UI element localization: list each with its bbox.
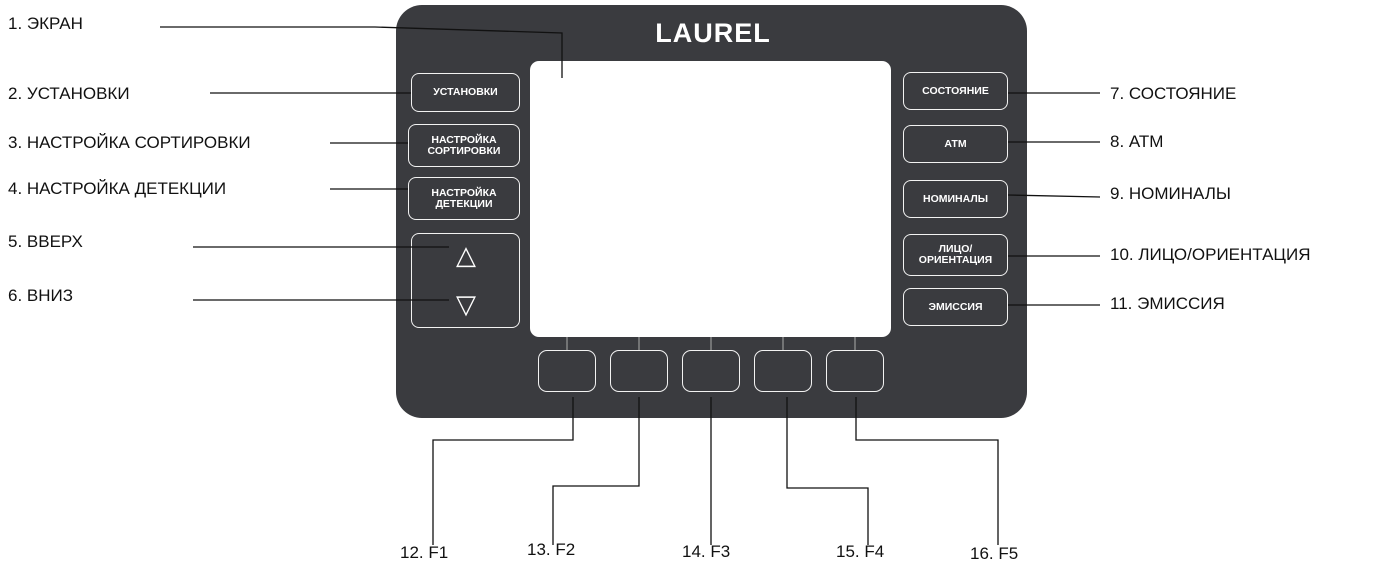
- callout-screen: 1. ЭКРАН: [8, 14, 83, 33]
- callout-f1: 12. F1: [400, 543, 449, 562]
- leader-denominations: [1007, 194, 1101, 198]
- callout-sort-setup: 3. НАСТРОЙКА СОРТИРОВКИ: [8, 133, 251, 152]
- leader-f2: [552, 397, 640, 545]
- callout-f2: 13. F2: [527, 540, 576, 559]
- callout-status: 7. СОСТОЯНИЕ: [1110, 84, 1237, 103]
- callout-f5: 16. F5: [970, 544, 1019, 563]
- callout-face-orientation: 10. ЛИЦО/ОРИЕНТАЦИЯ: [1110, 245, 1311, 264]
- leader-screen: [160, 26, 563, 78]
- leader-f1: [432, 397, 574, 545]
- leader-f5: [855, 397, 999, 545]
- callout-f3: 14. F3: [682, 542, 731, 561]
- callout-f4: 15. F4: [836, 542, 885, 561]
- callout-denominations: 9. НОМИНАЛЫ: [1110, 184, 1231, 203]
- callout-atm: 8. АТМ: [1110, 132, 1164, 151]
- callout-issue: 11. ЭМИССИЯ: [1110, 294, 1225, 313]
- callout-up: 5. ВВЕРХ: [8, 232, 83, 251]
- callout-setup: 2. УСТАНОВКИ: [8, 84, 130, 103]
- callout-down: 6. ВНИЗ: [8, 286, 74, 305]
- control-panel-diagram: LAUREL УСТАНОВКИ НАСТРОЙКА СОРТИРОВКИ НА…: [0, 0, 1373, 566]
- callout-detection-setup: 4. НАСТРОЙКА ДЕТЕКЦИИ: [8, 179, 227, 198]
